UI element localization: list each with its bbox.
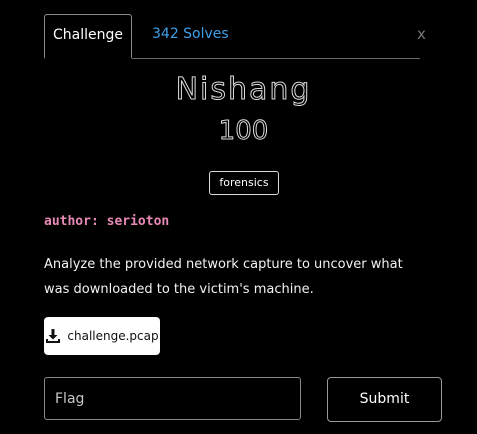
flag-input[interactable]	[44, 377, 301, 420]
close-icon[interactable]: x	[417, 25, 426, 43]
category-tag: forensics	[209, 171, 279, 195]
download-icon	[45, 328, 61, 344]
file-name: challenge.pcap	[67, 329, 159, 343]
author-line: author: serioton	[44, 214, 170, 229]
challenge-description: Analyze the provided network capture to …	[44, 257, 403, 297]
tab-bar: Challenge 342 Solves	[44, 14, 420, 59]
challenge-modal: Challenge 342 Solves x Nishang 100 foren…	[0, 0, 477, 434]
submit-button[interactable]: Submit	[327, 377, 442, 422]
challenge-value: 100	[218, 116, 269, 147]
tab-challenge[interactable]: Challenge	[44, 14, 132, 59]
tab-solves[interactable]: 342 Solves	[152, 14, 229, 56]
download-file-button[interactable]: challenge.pcap	[44, 317, 160, 355]
challenge-name: Nishang	[175, 72, 312, 108]
